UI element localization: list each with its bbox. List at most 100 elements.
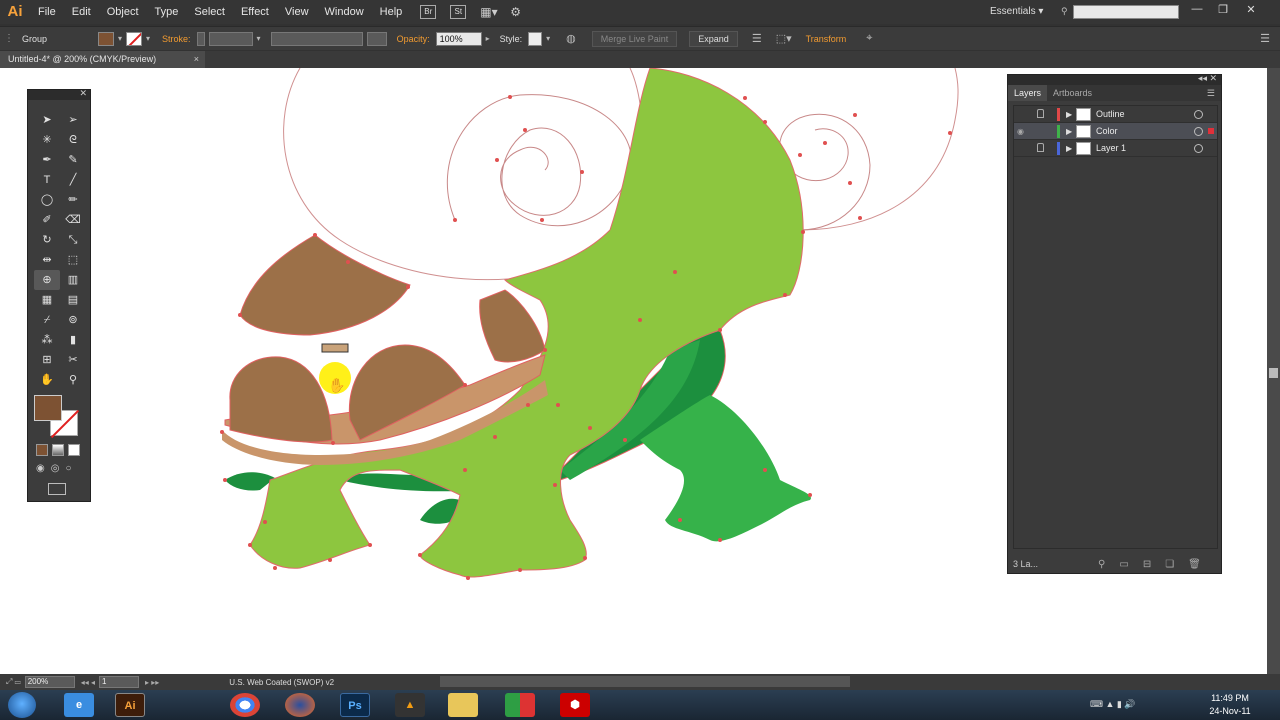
pencil-tool-icon[interactable]: ✐ bbox=[34, 210, 60, 230]
magic-wand-tool-icon[interactable]: ✳ bbox=[34, 130, 60, 150]
layers-panel-header[interactable]: ◂◂ ✕ bbox=[1008, 73, 1221, 85]
menu-object[interactable]: Object bbox=[99, 0, 147, 24]
none-mode-button[interactable] bbox=[68, 444, 80, 456]
menu-file[interactable]: File bbox=[30, 0, 64, 24]
vertical-scrollbar[interactable] bbox=[1267, 68, 1280, 674]
opacity-field[interactable]: 100% bbox=[435, 31, 482, 46]
selection-indicator[interactable] bbox=[1208, 128, 1214, 134]
acrobat-taskbar-icon[interactable]: ⬢ bbox=[560, 693, 590, 717]
line-tool-icon[interactable]: ╱ bbox=[60, 170, 86, 190]
graphic-style-swatch[interactable] bbox=[528, 31, 543, 46]
close-button[interactable]: ✕ bbox=[1240, 3, 1262, 17]
horizontal-scrollbar[interactable] bbox=[440, 676, 850, 687]
target-icon[interactable] bbox=[1194, 144, 1203, 153]
stock-button[interactable]: St bbox=[450, 5, 467, 19]
brush-definition[interactable] bbox=[366, 31, 387, 46]
free-transform-tool-icon[interactable]: ⬚ bbox=[60, 250, 86, 270]
delete-layer-icon[interactable]: 🗑 bbox=[1188, 559, 1201, 570]
create-sublayer-icon[interactable]: ⊟ bbox=[1143, 559, 1151, 570]
stroke-label[interactable]: Stroke: bbox=[162, 34, 191, 44]
width-tool-icon[interactable]: ⇹ bbox=[34, 250, 60, 270]
mesh-tool-icon[interactable]: ▦ bbox=[34, 290, 60, 310]
gpu-icon[interactable]: ⚙ bbox=[510, 5, 532, 19]
variable-width-profile[interactable] bbox=[270, 31, 363, 46]
layer-name[interactable]: Color bbox=[1096, 123, 1118, 140]
make-clipping-mask-icon[interactable]: ▭ bbox=[1119, 559, 1128, 570]
workspace-switcher[interactable]: Essentials ▾ bbox=[990, 0, 1043, 24]
ellipse-tool-icon[interactable]: ◯ bbox=[34, 190, 60, 210]
photoshop-taskbar-icon[interactable]: Ps bbox=[340, 693, 370, 717]
artboard-tool-icon[interactable]: ⊞ bbox=[34, 350, 60, 370]
lasso-tool-icon[interactable]: ᘓ bbox=[60, 130, 86, 150]
vertical-scroll-thumb[interactable] bbox=[1269, 368, 1278, 378]
tools-close-icon[interactable]: ✕ bbox=[79, 88, 87, 99]
search-field[interactable]: ⚲ bbox=[1061, 5, 1179, 19]
shape-builder-tool-icon[interactable]: ⊕ bbox=[34, 270, 60, 290]
expand-button[interactable]: Expand bbox=[689, 30, 738, 47]
draw-behind-icon[interactable]: ◎ bbox=[51, 463, 60, 474]
paintbrush-tool-icon[interactable]: ✏ bbox=[60, 190, 86, 210]
transform-each-icon[interactable]: ⬚▾ bbox=[776, 32, 792, 45]
stroke-stepper[interactable] bbox=[196, 31, 205, 46]
zoom-controls-icon[interactable]: ⤢ ▭ bbox=[6, 677, 21, 687]
layer-name[interactable]: Outline bbox=[1096, 106, 1125, 123]
tab-artboards[interactable]: Artboards bbox=[1047, 85, 1098, 101]
draw-normal-icon[interactable]: ◉ bbox=[36, 463, 45, 474]
menu-select[interactable]: Select bbox=[186, 0, 233, 24]
fill-dropdown-icon[interactable]: ▾ bbox=[118, 34, 122, 43]
symbol-sprayer-tool-icon[interactable]: ⁂ bbox=[34, 330, 60, 350]
document-tab[interactable]: Untitled-4* @ 200% (CMYK/Preview) × bbox=[0, 51, 205, 68]
artboard-nav-prev-icon[interactable]: ◂◂ ◂ bbox=[81, 678, 95, 687]
create-new-layer-icon[interactable]: ❏ bbox=[1165, 559, 1174, 570]
draw-inside-icon[interactable]: ○ bbox=[65, 463, 71, 474]
stroke-weight-dropdown-icon[interactable]: ▾ bbox=[257, 34, 261, 43]
style-dropdown-icon[interactable]: ▾ bbox=[546, 34, 550, 43]
hand-tool-icon[interactable]: ✋ bbox=[34, 370, 60, 390]
panel-menu-icon[interactable]: ☰ bbox=[1207, 85, 1215, 101]
gradient-mode-button[interactable] bbox=[52, 444, 64, 456]
stroke-swatch[interactable] bbox=[126, 31, 143, 46]
panel-collapse-close-icon[interactable]: ◂◂ ✕ bbox=[1198, 73, 1217, 84]
illustrator-taskbar-icon[interactable]: Ai bbox=[115, 693, 145, 717]
type-tool-icon[interactable]: T bbox=[34, 170, 60, 190]
minimize-button[interactable]: — bbox=[1186, 3, 1208, 17]
pen-tool-icon[interactable]: ✒ bbox=[34, 150, 60, 170]
align-icon[interactable]: ☰ bbox=[752, 32, 762, 45]
menu-type[interactable]: Type bbox=[147, 0, 187, 24]
lock-icon[interactable] bbox=[1037, 109, 1044, 118]
chrome-taskbar-icon[interactable] bbox=[230, 693, 260, 717]
scale-tool-icon[interactable]: ⤡ bbox=[60, 230, 86, 250]
menu-effect[interactable]: Effect bbox=[233, 0, 277, 24]
target-icon[interactable] bbox=[1194, 110, 1203, 119]
expand-arrow-icon[interactable]: ▶ bbox=[1066, 123, 1072, 140]
slice-tool-icon[interactable]: ✂ bbox=[60, 350, 86, 370]
expand-arrow-icon[interactable]: ▶ bbox=[1066, 106, 1072, 123]
merge-live-paint-button[interactable]: Merge Live Paint bbox=[591, 30, 678, 47]
vlc-taskbar-icon[interactable]: ▲ bbox=[395, 693, 425, 717]
system-tray[interactable]: ⌨ ▲ ▮ 🔊 bbox=[1090, 699, 1136, 710]
menu-help[interactable]: Help bbox=[372, 0, 411, 24]
close-tab-icon[interactable]: × bbox=[194, 51, 199, 68]
layer-name[interactable]: Layer 1 bbox=[1096, 140, 1126, 157]
target-icon[interactable] bbox=[1194, 127, 1203, 136]
artboard-field[interactable]: 1 bbox=[99, 676, 139, 688]
bridge-button[interactable]: Br bbox=[420, 5, 437, 19]
tab-layers[interactable]: Layers bbox=[1008, 85, 1048, 101]
color-mode-button[interactable] bbox=[36, 444, 48, 456]
rotate-tool-icon[interactable]: ↻ bbox=[34, 230, 60, 250]
selection-tool-icon[interactable]: ➤ bbox=[34, 110, 60, 130]
eraser-tool-icon[interactable]: ⌫ bbox=[60, 210, 86, 230]
fill-swatch[interactable] bbox=[98, 31, 114, 46]
curvature-tool-icon[interactable]: ✎ bbox=[60, 150, 86, 170]
control-panel-menu-icon[interactable]: ☰ bbox=[1260, 32, 1270, 45]
locate-object-icon[interactable]: ⚲ bbox=[1098, 559, 1105, 570]
menu-edit[interactable]: Edit bbox=[64, 0, 99, 24]
taskbar-clock[interactable]: 11:49 PM 24-Nov-11 bbox=[1200, 692, 1260, 718]
blend-tool-icon[interactable]: ⊚ bbox=[60, 310, 86, 330]
direct-selection-tool-icon[interactable]: ➢ bbox=[60, 110, 86, 130]
maximize-button[interactable]: ❐ bbox=[1212, 3, 1234, 17]
layer-row[interactable]: ◉ ▶ Color bbox=[1014, 123, 1217, 140]
fill-color-box[interactable] bbox=[34, 395, 62, 421]
column-graph-tool-icon[interactable]: ▮ bbox=[60, 330, 86, 350]
opacity-arrow-icon[interactable]: ▸ bbox=[486, 34, 490, 43]
